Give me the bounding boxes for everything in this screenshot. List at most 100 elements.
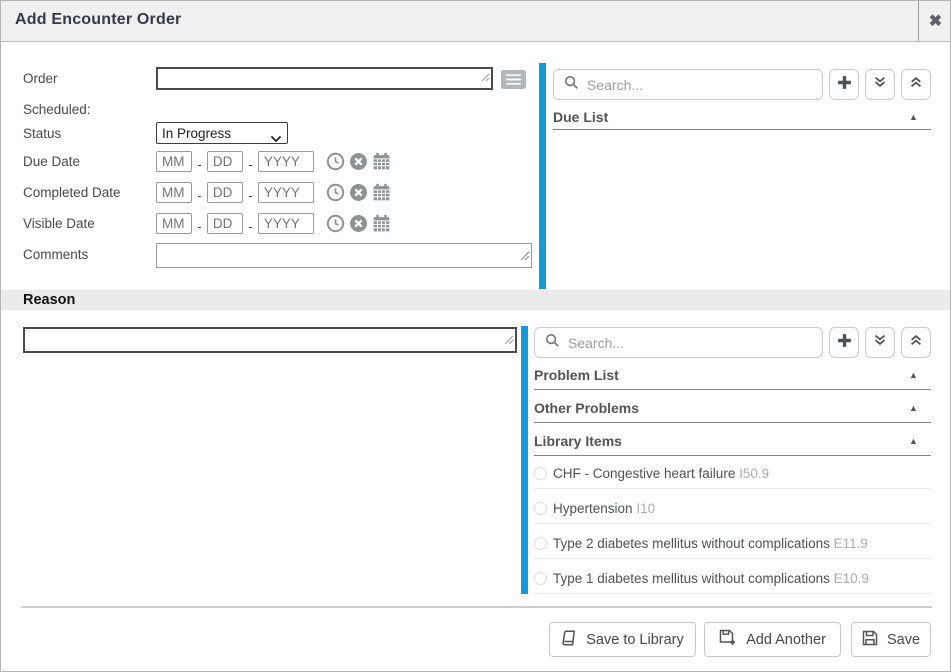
due-date-day-input[interactable] — [207, 151, 243, 172]
add-encounter-order-dialog: Add Encounter Order ✖ Order Scheduled: S… — [0, 0, 951, 672]
library-item-radio[interactable] — [534, 537, 547, 550]
library-item-name: Type 1 diabetes mellitus without complic… — [553, 571, 830, 586]
plus-icon — [836, 332, 853, 354]
completed-date-day-input[interactable] — [207, 182, 243, 203]
clear-date-icon[interactable] — [349, 152, 368, 171]
save-to-library-label: Save to Library — [586, 632, 684, 648]
due-date-label: Due Date — [23, 154, 80, 169]
section-underline — [534, 389, 931, 390]
add-another-label: Add Another — [746, 632, 826, 648]
library-item-code: I50.9 — [739, 466, 769, 481]
list-item[interactable]: Type 1 diabetes mellitus without complic… — [553, 571, 869, 586]
resize-grip-icon[interactable] — [505, 332, 514, 350]
item-separator — [534, 488, 931, 489]
comments-textarea[interactable] — [156, 243, 532, 268]
due-search-box — [553, 69, 823, 100]
status-select[interactable]: In Progress — [156, 122, 288, 144]
reason-input[interactable] — [23, 327, 517, 353]
section-accent-bar — [539, 63, 546, 289]
clear-date-icon[interactable] — [349, 214, 368, 233]
double-chevron-down-icon — [873, 75, 887, 94]
scheduled-label: Scheduled: — [23, 102, 91, 117]
item-separator — [534, 523, 931, 524]
date-separator: - — [247, 219, 253, 234]
visible-date-row: - - — [156, 213, 391, 234]
other-problems-section-header[interactable]: Other Problems — [534, 400, 639, 416]
visible-date-month-input[interactable] — [156, 213, 192, 234]
collapse-arrow-icon[interactable]: ▲ — [909, 436, 918, 446]
calendar-icon[interactable] — [372, 152, 391, 171]
due-search-input[interactable] — [587, 77, 822, 93]
book-icon — [561, 630, 577, 650]
list-item[interactable]: CHF - Congestive heart failure I50.9 — [553, 466, 769, 481]
expand-all-button[interactable] — [865, 69, 895, 100]
resize-grip-icon[interactable] — [521, 248, 530, 266]
double-chevron-up-icon — [909, 75, 923, 94]
item-separator — [534, 558, 931, 559]
add-order-button[interactable] — [829, 69, 859, 100]
reason-search-input[interactable] — [568, 335, 822, 351]
visible-date-day-input[interactable] — [207, 213, 243, 234]
collapse-arrow-icon[interactable]: ▲ — [909, 112, 918, 122]
reason-search-box — [534, 327, 823, 358]
collapse-all-button[interactable] — [901, 69, 931, 100]
date-separator: - — [247, 157, 253, 172]
clock-icon[interactable] — [326, 152, 345, 171]
comments-label: Comments — [23, 247, 88, 262]
library-item-code: I10 — [636, 501, 655, 516]
due-date-month-input[interactable] — [156, 151, 192, 172]
visible-date-label: Visible Date — [23, 216, 95, 231]
list-item[interactable]: Type 2 diabetes mellitus without complic… — [553, 536, 868, 551]
library-item-code: E11.9 — [834, 536, 868, 551]
collapse-all-button[interactable] — [901, 327, 931, 358]
order-lookup-list-icon[interactable] — [501, 70, 526, 94]
status-select-wrap: In Progress — [156, 122, 288, 144]
add-reason-button[interactable] — [829, 327, 859, 358]
order-label: Order — [23, 71, 58, 86]
clear-date-icon[interactable] — [349, 183, 368, 202]
library-item-name: Hypertension — [553, 501, 633, 516]
completed-date-row: - - — [156, 182, 391, 203]
reason-section-title: Reason — [23, 292, 75, 308]
save-plus-icon — [719, 629, 737, 650]
problem-list-section-header[interactable]: Problem List — [534, 367, 619, 383]
date-separator: - — [196, 188, 202, 203]
completed-date-label: Completed Date — [23, 185, 121, 200]
save-to-library-button[interactable]: Save to Library — [549, 622, 696, 657]
library-item-radio[interactable] — [534, 467, 547, 480]
add-another-button[interactable]: Add Another — [704, 622, 841, 657]
library-item-name: CHF - Congestive heart failure — [553, 466, 735, 481]
calendar-icon[interactable] — [372, 183, 391, 202]
clock-icon[interactable] — [326, 214, 345, 233]
due-list-section-header[interactable]: Due List — [553, 109, 608, 125]
calendar-icon[interactable] — [372, 214, 391, 233]
section-underline — [553, 129, 931, 130]
library-items-section-header[interactable]: Library Items — [534, 433, 622, 449]
due-date-year-input[interactable] — [258, 151, 314, 172]
dialog-header: Add Encounter Order ✖ — [1, 1, 951, 42]
library-item-radio[interactable] — [534, 502, 547, 515]
list-item[interactable]: Hypertension I10 — [553, 501, 655, 516]
search-icon — [564, 75, 579, 95]
dialog-title: Add Encounter Order — [15, 11, 181, 29]
visible-date-year-input[interactable] — [258, 213, 314, 234]
collapse-arrow-icon[interactable]: ▲ — [909, 370, 918, 380]
completed-date-month-input[interactable] — [156, 182, 192, 203]
date-separator: - — [196, 219, 202, 234]
library-item-radio[interactable] — [534, 572, 547, 585]
double-chevron-down-icon — [873, 333, 887, 352]
expand-all-button[interactable] — [865, 327, 895, 358]
clock-icon[interactable] — [326, 183, 345, 202]
save-button[interactable]: Save — [851, 622, 931, 657]
section-underline — [534, 422, 931, 423]
collapse-arrow-icon[interactable]: ▲ — [909, 403, 918, 413]
resize-grip-icon[interactable] — [482, 69, 490, 87]
status-label: Status — [23, 126, 61, 141]
completed-date-year-input[interactable] — [258, 182, 314, 203]
save-label: Save — [887, 632, 920, 648]
close-icon[interactable]: ✖ — [919, 1, 951, 41]
reason-section-band: Reason — [1, 290, 951, 310]
order-input[interactable] — [156, 67, 493, 90]
section-underline — [534, 455, 931, 456]
section-accent-bar — [521, 326, 528, 594]
